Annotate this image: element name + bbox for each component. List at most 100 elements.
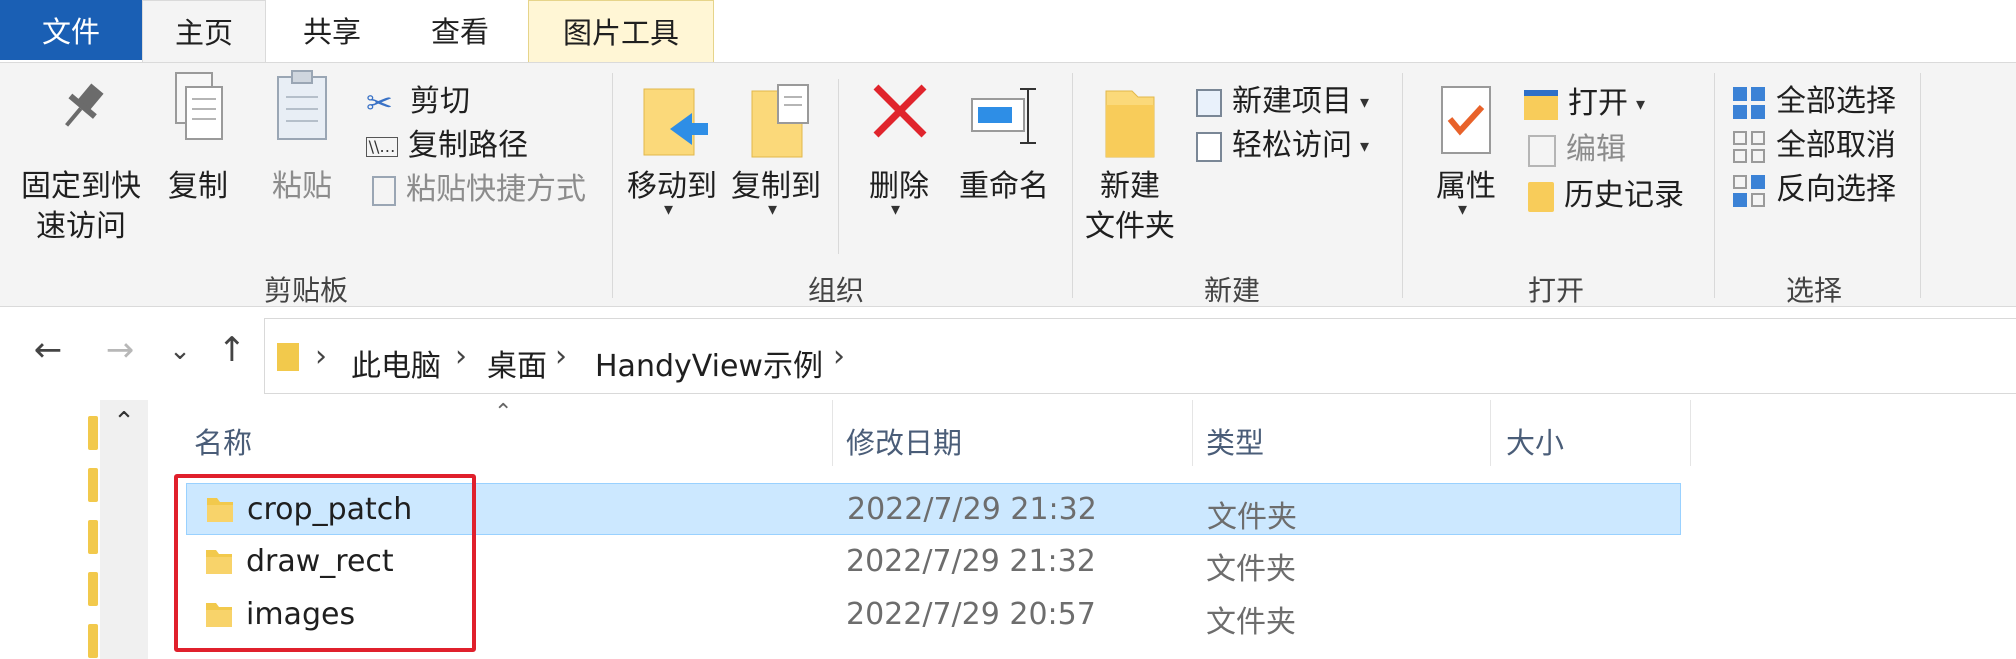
forward-arrow-icon[interactable]: → [98,330,142,370]
tab-file[interactable]: 文件 [0,0,142,60]
column-divider[interactable] [1490,400,1491,466]
chevron-down-icon: ▾ [1458,199,1468,220]
easy-access-label: 轻松访问 [1232,128,1352,163]
paste-shortcut-icon [372,175,396,206]
rename-label: 重命名 [959,169,1049,204]
copy-label: 复制 [168,169,228,204]
pin-to-quick-access-button[interactable]: 固定到快 速访问 [10,63,152,253]
select-all-button[interactable]: 全部选择 [1732,79,1896,125]
file-type: 文件夹 [1206,605,1296,640]
easy-access-button[interactable]: 轻松访问 ▾ [1192,123,1369,169]
clipboard-icon [277,70,327,140]
ribbon: 固定到快 速访问 复制 粘贴 ✂ 剪切 \\… 复制路径 粘贴快捷方式 剪贴板 [0,62,2016,307]
select-all-label: 全部选择 [1776,84,1896,119]
column-divider[interactable] [1690,400,1691,466]
column-divider[interactable] [1192,400,1193,466]
edit-icon [1528,134,1556,167]
column-divider[interactable] [832,400,833,466]
select-none-label: 全部取消 [1776,128,1896,163]
copy-button[interactable]: 复制 [158,63,238,253]
copy-icon [175,72,223,140]
breadcrumb-desktop[interactable]: 桌面 [487,341,547,385]
select-none-button[interactable]: 全部取消 [1732,123,1896,169]
move-to-button[interactable]: 移动到 ▾ [624,63,720,253]
pin-label-line1: 固定到快 [21,169,141,204]
paste-button[interactable]: 粘贴 [262,63,342,253]
annotation-highlight-box [174,474,476,652]
invert-selection-icon [1733,174,1765,207]
chevron-down-icon: ▾ [664,199,674,220]
column-header-name[interactable]: 名称 [194,420,252,462]
pin-icon [65,83,104,127]
tab-share[interactable]: 共享 [268,0,396,62]
select-none-icon [1733,130,1765,163]
open-folder-icon [1524,89,1558,120]
tab-home[interactable]: 主页 [142,0,266,62]
group-separator [838,79,839,254]
new-group-title: 新建 [1203,274,1260,307]
breadcrumb-chevron-icon[interactable]: › [833,339,845,374]
new-folder-label-line2: 文件夹 [1085,209,1175,244]
history-button[interactable]: 历史记录 [1524,173,1684,219]
clipboard-group-title: 剪贴板 [263,274,348,307]
cut-button[interactable]: ✂ 剪切 [366,79,470,125]
paste-label: 粘贴 [272,169,332,204]
scroll-up-chevron-icon[interactable]: ⌃ [102,402,146,442]
new-item-icon [1196,88,1222,117]
breadcrumb-this-pc[interactable]: 此电脑 [351,341,441,385]
folder-icon[interactable] [88,416,98,450]
folder-icon [1105,90,1155,158]
history-icon [1528,181,1554,212]
copy-to-icon [751,84,809,158]
group-separator [1714,73,1715,298]
back-arrow-icon[interactable]: ← [26,330,70,370]
breadcrumb-chevron-icon[interactable]: › [315,339,327,374]
new-item-label: 新建项目 [1232,84,1352,119]
delete-button[interactable]: 删除 ▾ [856,63,942,253]
recent-locations-chevron-icon[interactable]: ⌄ [158,336,202,366]
file-type: 文件夹 [1206,552,1296,587]
open-label: 打开 [1568,86,1628,121]
chevron-down-icon: ▾ [1360,135,1370,157]
paste-shortcut-label: 粘贴快捷方式 [406,172,586,207]
folder-icon[interactable] [88,572,98,606]
chevron-down-icon: ▾ [768,199,778,220]
breadcrumb-handyview[interactable]: HandyView示例 [595,341,823,385]
new-folder-button[interactable]: 新建 文件夹 [1082,63,1178,263]
breadcrumb-chevron-icon[interactable]: › [455,339,467,374]
open-group-title: 打开 [1527,274,1584,307]
address-bar[interactable]: › 此电脑 › 桌面 › HandyView示例 › [264,318,2016,394]
group-separator [1072,73,1073,298]
edit-button[interactable]: 编辑 [1524,127,1626,173]
tab-picture-tools[interactable]: 图片工具 [528,0,714,62]
copy-path-button[interactable]: \\… 复制路径 [366,123,528,169]
folder-icon[interactable] [88,468,98,502]
copy-path-icon: \\… [366,136,398,157]
column-header-type[interactable]: 类型 [1206,420,1264,462]
ribbon-tab-bar: 文件 主页 共享 查看 图片工具 [0,0,2016,62]
column-header-modified[interactable]: 修改日期 [846,420,962,462]
tab-view[interactable]: 查看 [396,0,524,62]
properties-button[interactable]: 属性 ▾ [1418,63,1514,263]
paste-shortcut-button[interactable]: 粘贴快捷方式 [366,167,586,213]
new-item-button[interactable]: 新建项目 ▾ [1192,79,1369,125]
folder-icon[interactable] [88,520,98,554]
breadcrumb-chevron-icon[interactable]: › [555,339,567,374]
file-modified: 2022/7/29 21:32 [847,492,1097,527]
folder-icon [277,343,299,371]
group-separator [1402,73,1403,298]
folder-icon[interactable] [88,624,98,658]
file-modified: 2022/7/29 21:32 [846,544,1096,579]
rename-button[interactable]: 重命名 [952,63,1056,253]
chevron-down-icon: ▾ [891,199,901,220]
copy-to-button[interactable]: 复制到 ▾ [728,63,824,253]
move-to-icon [643,88,708,156]
open-button[interactable]: 打开 ▾ [1524,81,1645,127]
sort-ascending-icon: ⌃ [494,400,513,425]
invert-selection-button[interactable]: 反向选择 [1732,167,1896,213]
select-all-icon [1733,86,1765,119]
history-label: 历史记录 [1564,178,1684,213]
up-arrow-icon[interactable]: ↑ [210,330,254,370]
file-type: 文件夹 [1207,500,1297,535]
column-header-size[interactable]: 大小 [1506,420,1564,462]
